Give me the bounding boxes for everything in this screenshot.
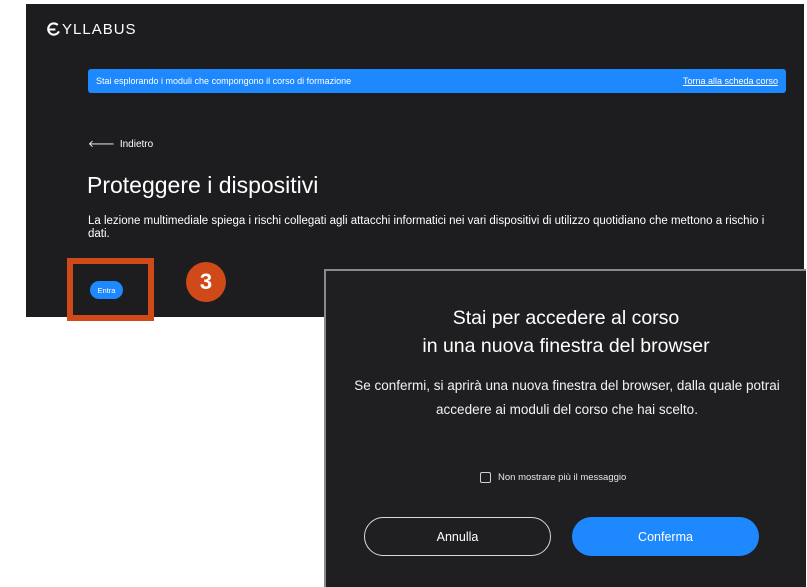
highlight-box (67, 258, 154, 321)
syllabus-logo-icon (47, 22, 60, 36)
modal-title-line-2: in una nuova finestra del browser (422, 335, 710, 357)
modal-title: Stai per accedere al corso in una nuova … (326, 304, 806, 360)
dont-show-again-label: Non mostrare più il messaggio (498, 472, 627, 483)
syllabus-logo[interactable]: YLLABUS (46, 21, 137, 38)
logo-text: YLLABUS (62, 21, 137, 38)
cancel-button[interactable]: Annulla (364, 517, 551, 556)
page-title: Proteggere i dispositivi (87, 172, 319, 198)
confirm-button[interactable]: Conferma (572, 517, 759, 556)
page-description: La lezione multimediale spiega i rischi … (88, 215, 765, 240)
arrow-left-icon: 🡐 (88, 139, 115, 150)
dont-show-again-checkbox[interactable]: Non mostrare più il messaggio (480, 472, 626, 483)
checkbox-unchecked-icon[interactable] (480, 472, 491, 483)
modal-body: Se confermi, si aprirà una nuova finestr… (354, 378, 780, 417)
step-badge: 3 (186, 262, 226, 302)
modal-title-line-1: Stai per accedere al corso (452, 307, 680, 329)
back-to-course-link[interactable]: Torna alla scheda corso (683, 76, 778, 86)
back-link[interactable]: 🡐 Indietro (88, 138, 154, 151)
info-banner: Stai esplorando i moduli che compongono … (88, 69, 786, 93)
confirm-modal: Stai per accedere al corso in una nuova … (324, 269, 806, 587)
back-link-label: Indietro (119, 138, 154, 150)
info-banner-text: Stai esplorando i moduli che compongono … (96, 76, 352, 86)
